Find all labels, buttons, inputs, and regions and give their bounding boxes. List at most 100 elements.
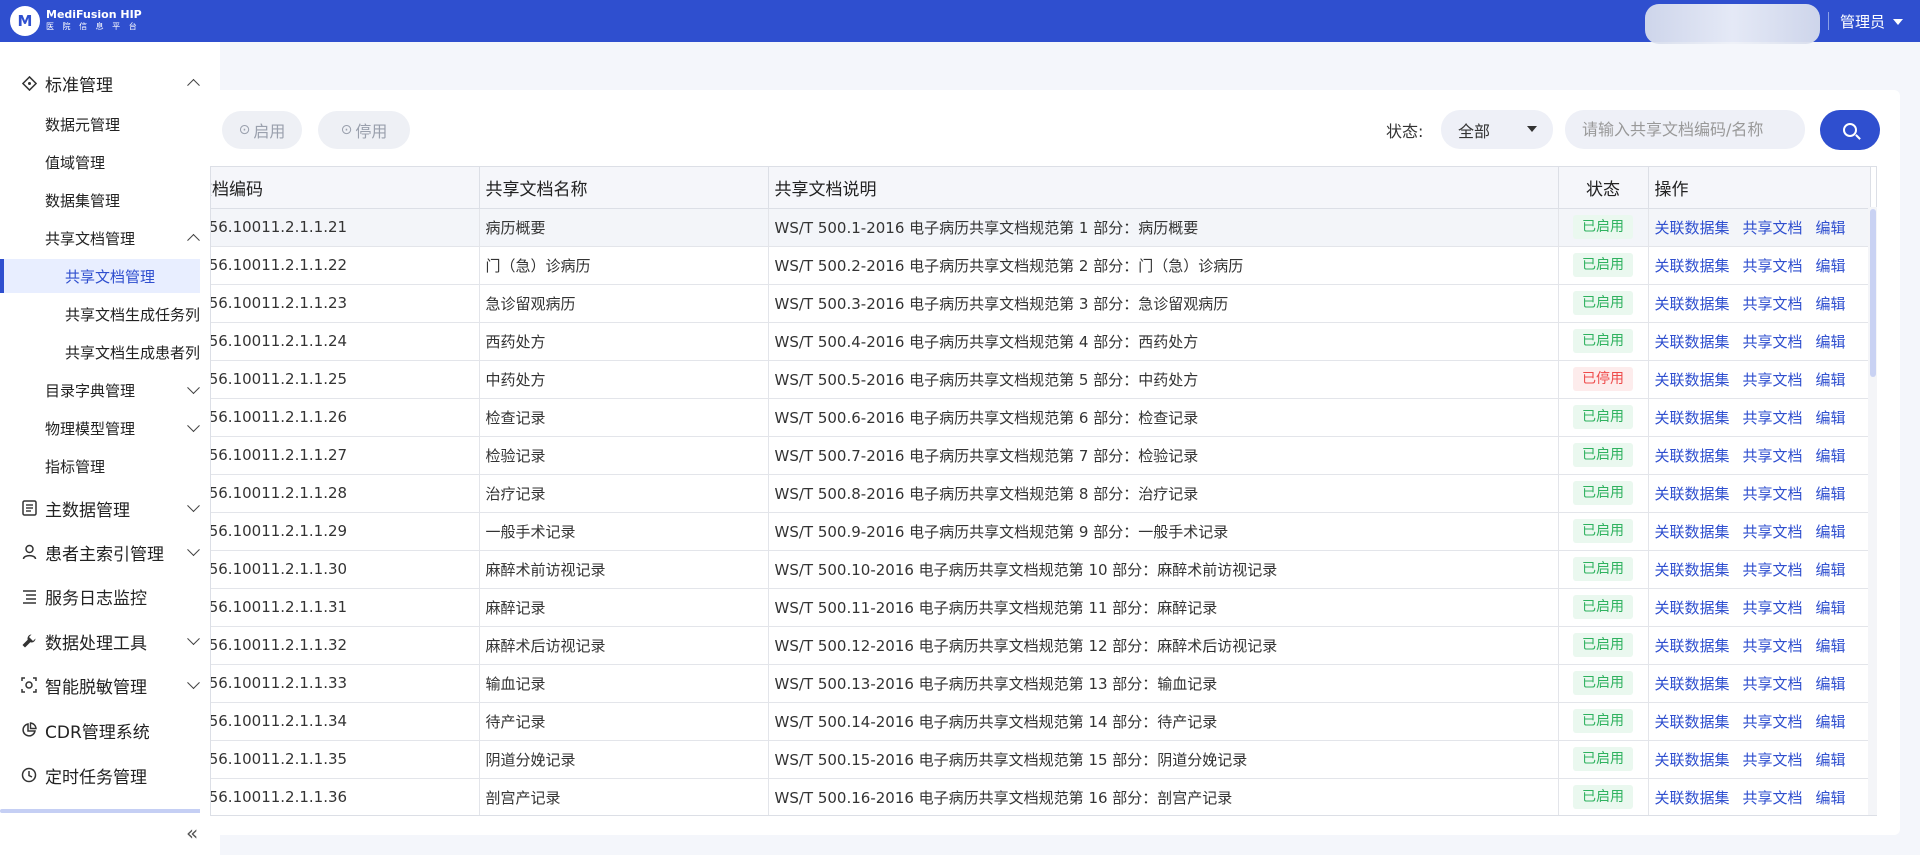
disable-button[interactable]: ⊙ 停用 (318, 111, 410, 149)
link-shared-doc[interactable]: 共享文档 (1743, 257, 1803, 275)
table-row[interactable]: 2.16.156.10011.2.1.1.29一般手术记录WS/T 500.9-… (211, 512, 1871, 551)
link-shared-doc[interactable]: 共享文档 (1743, 523, 1803, 541)
cell-name: 麻醉记录 (479, 588, 769, 627)
table-row[interactable]: 2.16.156.10011.2.1.1.32麻醉术后访视记录WS/T 500.… (211, 626, 1871, 665)
link-shared-doc[interactable]: 共享文档 (1743, 561, 1803, 579)
link-shared-doc[interactable]: 共享文档 (1743, 219, 1803, 237)
menu-physical-model[interactable]: 物理模型管理 (0, 411, 220, 445)
col-header-code[interactable]: 共享文档编码 (211, 167, 480, 209)
link-related-dataset[interactable]: 关联数据集 (1655, 409, 1730, 427)
col-header-status[interactable]: 状态 (1558, 167, 1649, 209)
table-row[interactable]: 2.16.156.10011.2.1.1.23急诊留观病历WS/T 500.3-… (211, 284, 1871, 323)
table-row[interactable]: 2.16.156.10011.2.1.1.33输血记录WS/T 500.13-2… (211, 664, 1871, 703)
table-row[interactable]: 2.16.156.10011.2.1.1.22门（急）诊病历WS/T 500.2… (211, 246, 1871, 285)
link-related-dataset[interactable]: 关联数据集 (1655, 789, 1730, 807)
link-shared-doc[interactable]: 共享文档 (1743, 447, 1803, 465)
menu-catalog-dictionary[interactable]: 目录字典管理 (0, 373, 220, 407)
link-edit[interactable]: 编辑 (1816, 485, 1846, 503)
link-related-dataset[interactable]: 关联数据集 (1655, 751, 1730, 769)
link-related-dataset[interactable]: 关联数据集 (1655, 637, 1730, 655)
menu-patient-index[interactable]: 患者主索引管理 (0, 533, 220, 571)
logo[interactable]: M MediFusion HIP 医 院 信 息 平 台 (10, 6, 142, 36)
col-header-desc[interactable]: 共享文档说明 (768, 167, 1559, 209)
table-row[interactable]: 2.16.156.10011.2.1.1.28治疗记录WS/T 500.8-20… (211, 474, 1871, 513)
link-related-dataset[interactable]: 关联数据集 (1655, 713, 1730, 731)
link-related-dataset[interactable]: 关联数据集 (1655, 523, 1730, 541)
table-row[interactable]: 2.16.156.10011.2.1.1.27检验记录WS/T 500.7-20… (211, 436, 1871, 475)
link-shared-doc[interactable]: 共享文档 (1743, 789, 1803, 807)
link-shared-doc[interactable]: 共享文档 (1743, 409, 1803, 427)
menu-desensitization[interactable]: 智能脱敏管理 (0, 666, 220, 704)
table-row[interactable]: 2.16.156.10011.2.1.1.21病历概要WS/T 500.1-20… (211, 208, 1871, 247)
link-related-dataset[interactable]: 关联数据集 (1655, 675, 1730, 693)
cell-actions: 关联数据集 共享文档 编辑 (1648, 626, 1871, 665)
user-menu[interactable]: 管理员 (1840, 11, 1904, 32)
link-shared-doc[interactable]: 共享文档 (1743, 637, 1803, 655)
menu-service-log[interactable]: 服务日志监控 (0, 577, 220, 615)
table-scrollbar-thumb[interactable] (1870, 209, 1876, 377)
table-row[interactable]: 2.16.156.10011.2.1.1.30麻醉术前访视记录WS/T 500.… (211, 550, 1871, 589)
link-shared-doc[interactable]: 共享文档 (1743, 751, 1803, 769)
link-related-dataset[interactable]: 关联数据集 (1655, 447, 1730, 465)
cell-code: 2.16.156.10011.2.1.1.23 (211, 284, 480, 323)
menu-data-processing[interactable]: 数据处理工具 (0, 622, 220, 660)
menu-item-value-domain[interactable]: 值域管理 (0, 145, 220, 179)
menu-scheduled-task[interactable]: 定时任务管理 (0, 756, 220, 794)
link-related-dataset[interactable]: 关联数据集 (1655, 257, 1730, 275)
menu-shared-doc-group[interactable]: 共享文档管理 (0, 221, 220, 255)
status-filter-select[interactable]: 全部 (1441, 110, 1553, 149)
cell-status: 已启用 (1558, 588, 1649, 627)
link-related-dataset[interactable]: 关联数据集 (1655, 295, 1730, 313)
link-shared-doc[interactable]: 共享文档 (1743, 599, 1803, 617)
link-edit[interactable]: 编辑 (1816, 637, 1846, 655)
link-edit[interactable]: 编辑 (1816, 295, 1846, 313)
search-button[interactable] (1820, 110, 1880, 150)
menu-item-dataset[interactable]: 数据集管理 (0, 183, 220, 217)
table-row[interactable]: 2.16.156.10011.2.1.1.35阴道分娩记录WS/T 500.15… (211, 740, 1871, 779)
link-related-dataset[interactable]: 关联数据集 (1655, 333, 1730, 351)
menu-master-data[interactable]: 主数据管理 (0, 489, 220, 527)
menu-item-shared-doc-management[interactable]: 共享文档管理 (0, 259, 220, 293)
link-edit[interactable]: 编辑 (1816, 447, 1846, 465)
link-edit[interactable]: 编辑 (1816, 371, 1846, 389)
link-edit[interactable]: 编辑 (1816, 257, 1846, 275)
link-edit[interactable]: 编辑 (1816, 713, 1846, 731)
search-input[interactable] (1565, 110, 1805, 149)
link-edit[interactable]: 编辑 (1816, 523, 1846, 541)
link-edit[interactable]: 编辑 (1816, 409, 1846, 427)
link-related-dataset[interactable]: 关联数据集 (1655, 599, 1730, 617)
menu-cdr-system[interactable]: CDR管理系统 (0, 711, 220, 749)
link-edit[interactable]: 编辑 (1816, 599, 1846, 617)
enable-button[interactable]: ⊙ 启用 (222, 111, 302, 149)
collapse-sidebar-button[interactable]: « (186, 821, 198, 845)
link-related-dataset[interactable]: 关联数据集 (1655, 485, 1730, 503)
link-related-dataset[interactable]: 关联数据集 (1655, 371, 1730, 389)
link-edit[interactable]: 编辑 (1816, 219, 1846, 237)
link-shared-doc[interactable]: 共享文档 (1743, 371, 1803, 389)
table-row[interactable]: 2.16.156.10011.2.1.1.31麻醉记录WS/T 500.11-2… (211, 588, 1871, 627)
menu-item-shared-doc-patient-list[interactable]: 共享文档生成患者列表 (0, 335, 220, 369)
col-header-name[interactable]: 共享文档名称 (479, 167, 769, 209)
table-row[interactable]: 2.16.156.10011.2.1.1.25中药处方WS/T 500.5-20… (211, 360, 1871, 399)
link-related-dataset[interactable]: 关联数据集 (1655, 561, 1730, 579)
menu-item-data-element[interactable]: 数据元管理 (0, 107, 220, 141)
menu-item-indicator[interactable]: 指标管理 (0, 449, 220, 483)
link-edit[interactable]: 编辑 (1816, 789, 1846, 807)
table-row[interactable]: 2.16.156.10011.2.1.1.36剖宫产记录WS/T 500.16-… (211, 778, 1871, 815)
logo-title: MediFusion HIP (46, 8, 142, 21)
table-row[interactable]: 2.16.156.10011.2.1.1.26检查记录WS/T 500.6-20… (211, 398, 1871, 437)
link-shared-doc[interactable]: 共享文档 (1743, 295, 1803, 313)
link-edit[interactable]: 编辑 (1816, 751, 1846, 769)
table-row[interactable]: 2.16.156.10011.2.1.1.34待产记录WS/T 500.14-2… (211, 702, 1871, 741)
link-edit[interactable]: 编辑 (1816, 675, 1846, 693)
menu-item-shared-doc-task-list[interactable]: 共享文档生成任务列表 (0, 297, 220, 331)
link-edit[interactable]: 编辑 (1816, 333, 1846, 351)
menu-standard-management[interactable]: 标准管理 (0, 64, 220, 102)
link-shared-doc[interactable]: 共享文档 (1743, 713, 1803, 731)
link-shared-doc[interactable]: 共享文档 (1743, 333, 1803, 351)
link-related-dataset[interactable]: 关联数据集 (1655, 219, 1730, 237)
link-edit[interactable]: 编辑 (1816, 561, 1846, 579)
link-shared-doc[interactable]: 共享文档 (1743, 485, 1803, 503)
link-shared-doc[interactable]: 共享文档 (1743, 675, 1803, 693)
table-row[interactable]: 2.16.156.10011.2.1.1.24西药处方WS/T 500.4-20… (211, 322, 1871, 361)
